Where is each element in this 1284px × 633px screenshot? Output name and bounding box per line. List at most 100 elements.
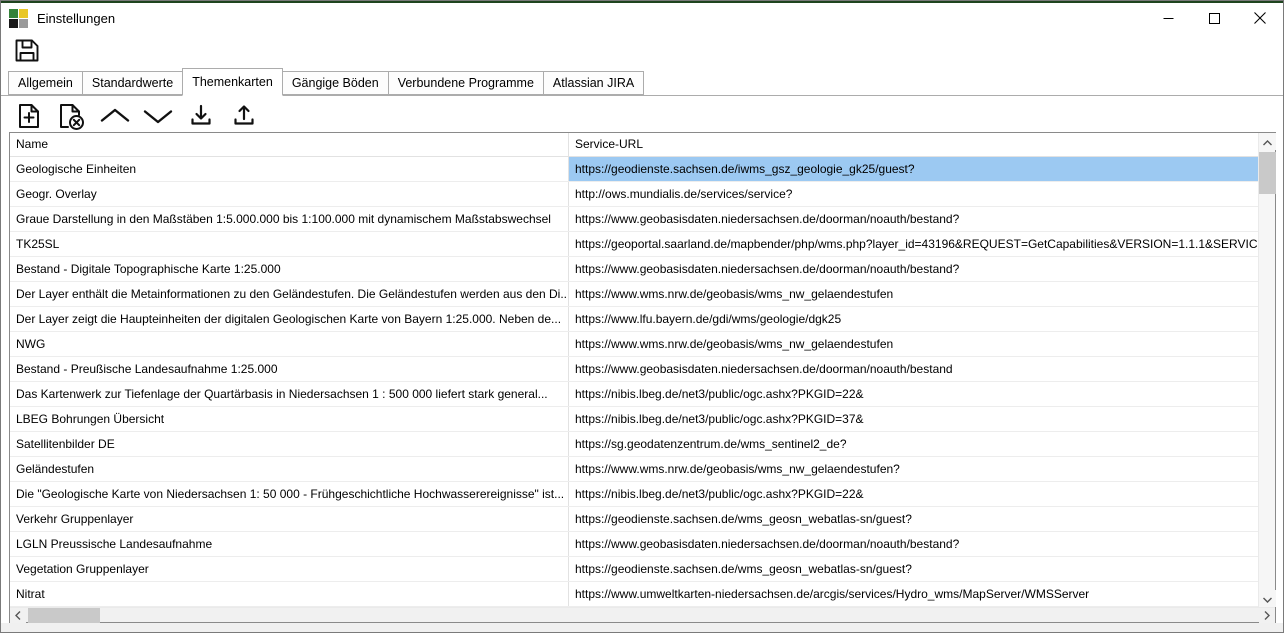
- horizontal-scroll-thumb[interactable]: [28, 608, 100, 623]
- table-header-row: Name Service-URL: [10, 133, 1258, 157]
- name-cell[interactable]: Satellitenbilder DE: [10, 432, 569, 456]
- scroll-up-button[interactable]: [1259, 133, 1276, 150]
- table-row[interactable]: Graue Darstellung in den Maßstäben 1:5.0…: [10, 207, 1258, 232]
- save-icon: [12, 35, 44, 65]
- tabbar: Allgemein Standardwerte Themenkarten Gän…: [1, 68, 1283, 96]
- name-cell[interactable]: TK25SL: [10, 232, 569, 256]
- url-cell[interactable]: https://geodienste.sachsen.de/wms_geosn_…: [569, 507, 1258, 531]
- move-down-button[interactable]: [141, 100, 175, 132]
- horizontal-scrollbar[interactable]: [10, 607, 1275, 622]
- table-row[interactable]: Verkehr Gruppenlayer https://geodienste.…: [10, 507, 1258, 532]
- name-cell[interactable]: Vegetation Gruppenlayer: [10, 557, 569, 581]
- table-row[interactable]: TK25SL https://geoportal.saarland.de/map…: [10, 232, 1258, 257]
- name-cell[interactable]: LBEG Bohrungen Übersicht: [10, 407, 569, 431]
- table-row[interactable]: Geologische Einheiten https://geodienste…: [10, 157, 1258, 182]
- url-cell[interactable]: https://www.umweltkarten-niedersachsen.d…: [569, 582, 1258, 606]
- table-row[interactable]: Der Layer enthält die Metainformationen …: [10, 282, 1258, 307]
- settings-window: Einstellungen: [0, 0, 1284, 633]
- delete-entry-button[interactable]: [55, 100, 89, 132]
- table-row[interactable]: Bestand - Preußische Landesaufnahme 1:25…: [10, 357, 1258, 382]
- url-cell[interactable]: https://geodienste.sachsen.de/iwms_gsz_g…: [569, 157, 1258, 181]
- table-body: Geologische Einheiten https://geodienste…: [10, 157, 1258, 607]
- scroll-down-icon: [1263, 591, 1272, 606]
- name-cell[interactable]: Geländestufen: [10, 457, 569, 481]
- move-up-icon: [98, 101, 132, 131]
- add-entry-button[interactable]: [12, 100, 46, 132]
- name-cell[interactable]: Nitrat: [10, 582, 569, 606]
- table-row[interactable]: Nitrat https://www.umweltkarten-niedersa…: [10, 582, 1258, 607]
- name-cell[interactable]: LGLN Preussische Landesaufnahme: [10, 532, 569, 556]
- name-cell[interactable]: Bestand - Preußische Landesaufnahme 1:25…: [10, 357, 569, 381]
- export-icon: [229, 101, 259, 131]
- table-row[interactable]: Vegetation Gruppenlayer https://geodiens…: [10, 557, 1258, 582]
- window-bottom-strip: [1, 623, 1283, 632]
- url-cell[interactable]: https://www.wms.nrw.de/geobasis/wms_nw_g…: [569, 282, 1258, 306]
- column-header-service-url[interactable]: Service-URL: [569, 133, 1258, 156]
- tab-verbundene-programme[interactable]: Verbundene Programme: [388, 71, 544, 95]
- url-cell[interactable]: https://www.wms.nrw.de/geobasis/wms_nw_g…: [569, 457, 1258, 481]
- scroll-down-button[interactable]: [1259, 590, 1276, 607]
- add-entry-icon: [14, 101, 44, 131]
- tab-standardwerte[interactable]: Standardwerte: [82, 71, 183, 95]
- table-row[interactable]: Geogr. Overlay http://ows.mundialis.de/s…: [10, 182, 1258, 207]
- url-cell[interactable]: http://ows.mundialis.de/services/service…: [569, 182, 1258, 206]
- app-icon: [9, 9, 28, 28]
- url-cell[interactable]: https://www.lfu.bayern.de/gdi/wms/geolog…: [569, 307, 1258, 331]
- close-button[interactable]: [1237, 3, 1283, 33]
- url-cell[interactable]: https://nibis.lbeg.de/net3/public/ogc.as…: [569, 407, 1258, 431]
- maximize-icon: [1209, 13, 1220, 24]
- import-icon: [186, 101, 216, 131]
- table-row[interactable]: Das Kartenwerk zur Tiefenlage der Quartä…: [10, 382, 1258, 407]
- url-cell[interactable]: https://www.geobasisdaten.niedersachsen.…: [569, 532, 1258, 556]
- name-cell[interactable]: Geologische Einheiten: [10, 157, 569, 181]
- save-button[interactable]: [12, 34, 44, 66]
- name-cell[interactable]: Der Layer zeigt die Haupteinheiten der d…: [10, 307, 569, 331]
- export-button[interactable]: [227, 100, 261, 132]
- url-cell[interactable]: https://sg.geodatenzentrum.de/wms_sentin…: [569, 432, 1258, 456]
- name-cell[interactable]: Graue Darstellung in den Maßstäben 1:5.0…: [10, 207, 569, 231]
- name-cell[interactable]: NWG: [10, 332, 569, 356]
- maximize-button[interactable]: [1191, 3, 1237, 33]
- scroll-right-button[interactable]: [1259, 608, 1275, 623]
- url-cell[interactable]: https://www.geobasisdaten.niedersachsen.…: [569, 357, 1258, 381]
- move-up-button[interactable]: [98, 100, 132, 132]
- tab-themenkarten[interactable]: Themenkarten: [182, 68, 283, 96]
- name-cell[interactable]: Verkehr Gruppenlayer: [10, 507, 569, 531]
- name-cell[interactable]: Bestand - Digitale Topographische Karte …: [10, 257, 569, 281]
- url-cell[interactable]: https://www.geobasisdaten.niedersachsen.…: [569, 257, 1258, 281]
- table-row[interactable]: Bestand - Digitale Topographische Karte …: [10, 257, 1258, 282]
- column-header-name[interactable]: Name: [10, 133, 569, 156]
- table-row[interactable]: LGLN Preussische Landesaufnahme https://…: [10, 532, 1258, 557]
- import-button[interactable]: [184, 100, 218, 132]
- tab-allgemein[interactable]: Allgemein: [8, 71, 83, 95]
- url-cell[interactable]: https://geodienste.sachsen.de/wms_geosn_…: [569, 557, 1258, 581]
- tab-atlassian-jira[interactable]: Atlassian JIRA: [543, 71, 644, 95]
- vertical-scroll-thumb[interactable]: [1259, 152, 1276, 194]
- url-cell[interactable]: https://geoportal.saarland.de/mapbender/…: [569, 232, 1258, 256]
- themenkarten-table: Name Service-URL Geologische Einheiten h…: [9, 132, 1276, 623]
- name-cell[interactable]: Das Kartenwerk zur Tiefenlage der Quartä…: [10, 382, 569, 406]
- table-row[interactable]: Geländestufen https://www.wms.nrw.de/geo…: [10, 457, 1258, 482]
- name-cell[interactable]: Der Layer enthält die Metainformationen …: [10, 282, 569, 306]
- name-cell[interactable]: Geogr. Overlay: [10, 182, 569, 206]
- tab-gaengige-boeden[interactable]: Gängige Böden: [282, 71, 389, 95]
- close-icon: [1254, 12, 1266, 24]
- vertical-scrollbar[interactable]: [1258, 133, 1275, 607]
- url-cell[interactable]: https://nibis.lbeg.de/net3/public/ogc.as…: [569, 482, 1258, 506]
- url-cell[interactable]: https://www.geobasisdaten.niedersachsen.…: [569, 207, 1258, 231]
- window-top-accent: [1, 1, 1283, 3]
- scroll-up-icon: [1263, 134, 1272, 149]
- table-row[interactable]: NWG https://www.wms.nrw.de/geobasis/wms_…: [10, 332, 1258, 357]
- table-row[interactable]: Satellitenbilder DE https://sg.geodatenz…: [10, 432, 1258, 457]
- scroll-left-button[interactable]: [10, 608, 26, 623]
- scroll-right-icon: [1264, 608, 1270, 623]
- scroll-left-icon: [15, 608, 21, 623]
- table-row[interactable]: LBEG Bohrungen Übersicht https://nibis.l…: [10, 407, 1258, 432]
- minimize-button[interactable]: [1145, 3, 1191, 33]
- themenkarten-toolbar: [12, 100, 261, 132]
- name-cell[interactable]: Die "Geologische Karte von Niedersachsen…: [10, 482, 569, 506]
- url-cell[interactable]: https://nibis.lbeg.de/net3/public/ogc.as…: [569, 382, 1258, 406]
- table-row[interactable]: Die "Geologische Karte von Niedersachsen…: [10, 482, 1258, 507]
- table-row[interactable]: Der Layer zeigt die Haupteinheiten der d…: [10, 307, 1258, 332]
- url-cell[interactable]: https://www.wms.nrw.de/geobasis/wms_nw_g…: [569, 332, 1258, 356]
